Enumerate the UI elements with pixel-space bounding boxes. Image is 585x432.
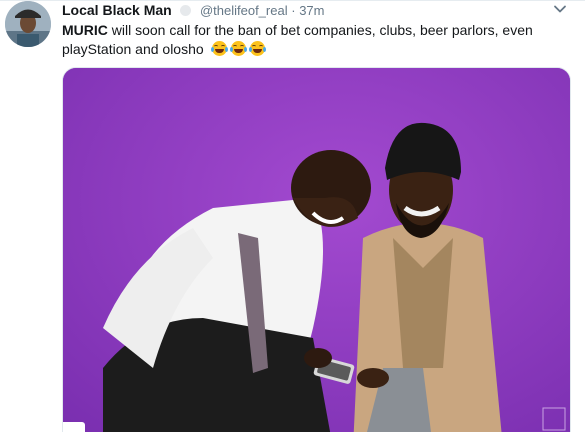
tweet-photo[interactable]: " [62, 67, 571, 432]
author-name[interactable]: Local Black Man [62, 2, 172, 18]
verified-badge-icon [180, 5, 192, 16]
tweet-text-bold: MURIC [62, 22, 108, 38]
tweet-text: MURIC will soon call for the ban of bet … [62, 21, 562, 59]
author-handle[interactable]: @thelifeof_real [200, 3, 288, 18]
divider [0, 0, 585, 1]
avatar-image [5, 1, 51, 47]
tweet-timestamp[interactable]: 37m [299, 3, 324, 18]
header-separator: · [291, 3, 296, 18]
photo-illustration [63, 68, 570, 432]
user-avatar[interactable] [5, 1, 51, 47]
tears-of-joy-emoji-icon [248, 41, 266, 56]
tears-of-joy-emoji-icon [229, 41, 247, 56]
chevron-down-icon[interactable] [553, 2, 567, 16]
tweet[interactable]: Local Black Man @thelifeof_real · 37m MU… [0, 0, 585, 432]
media-corner-badge: " [63, 422, 85, 432]
tweet-header: Local Black Man @thelifeof_real · 37m [62, 2, 324, 19]
tweet-text-body: will soon call for the ban of bet compan… [62, 22, 533, 57]
tears-of-joy-emoji-icon [210, 41, 228, 56]
